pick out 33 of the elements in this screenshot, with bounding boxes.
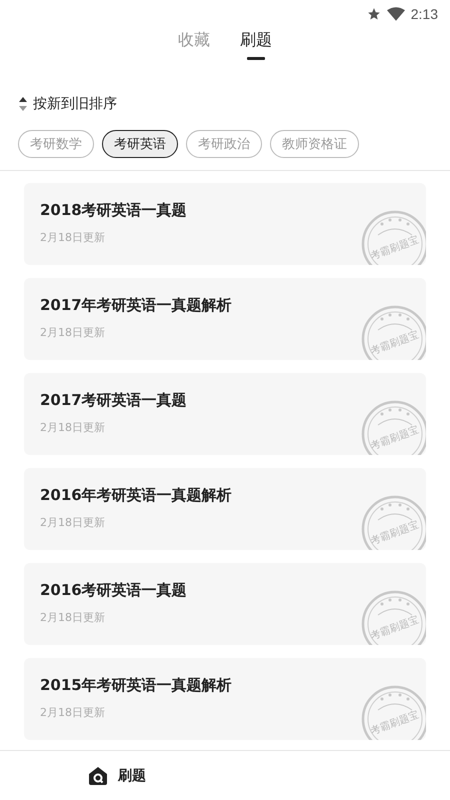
star-icon <box>366 7 381 21</box>
nav-item[interactable]: 刷题 <box>84 762 150 790</box>
search-icon <box>88 766 108 786</box>
stamp-drawing: 考霸刷题宝 <box>360 589 426 645</box>
paper-card[interactable]: 2017年考研英语一真题解析 2月18日更新 考霸刷题宝 <box>24 278 426 360</box>
update-date: 2月18日更新 <box>40 230 105 245</box>
update-date: 2月18日更新 <box>40 420 105 435</box>
stamp-drawing: 考霸刷题宝 <box>360 684 426 740</box>
tab[interactable]: 刷题 <box>240 30 272 64</box>
update-date: 2月18日更新 <box>40 610 105 625</box>
stamp-drawing: 考霸刷题宝 <box>360 209 426 265</box>
paper-title: 2017年考研英语一真题解析 <box>40 296 232 315</box>
status-time: 2:13 <box>410 6 438 22</box>
paper-title: 2018考研英语一真题 <box>40 201 187 220</box>
sort-icon <box>18 96 28 112</box>
update-date: 2月18日更新 <box>40 705 105 720</box>
wifi-icon <box>386 7 405 21</box>
stamp-drawing: 考霸刷题宝 <box>360 494 426 550</box>
paper-title: 2015年考研英语一真题解析 <box>40 676 232 695</box>
update-date: 2月18日更新 <box>40 515 105 530</box>
paper-title: 2016年考研英语一真题解析 <box>40 486 232 505</box>
paper-card[interactable]: 2017考研英语一真题 2月18日更新 考霸刷题宝 <box>24 373 426 455</box>
paper-card[interactable]: 2016考研英语一真题 2月18日更新 考霸刷题宝 <box>24 563 426 645</box>
sort-label[interactable]: 按新到旧排序 <box>33 95 117 113</box>
paper-card[interactable]: 2018考研英语一真题 2月18日更新 考霸刷题宝 <box>24 183 426 265</box>
category-chip[interactable]: 考研英语 <box>102 130 178 158</box>
stamp-drawing: 考霸刷题宝 <box>360 304 426 360</box>
update-date: 2月18日更新 <box>40 325 105 340</box>
paper-card[interactable]: 2015年考研英语一真题解析 2月18日更新 考霸刷题宝 <box>24 658 426 740</box>
paper-card[interactable]: 2016年考研英语一真题解析 2月18日更新 考霸刷题宝 <box>24 468 426 550</box>
stamp-drawing: 考霸刷题宝 <box>360 399 426 455</box>
paper-title: 2017考研英语一真题 <box>40 391 187 410</box>
paper-title: 2016考研英语一真题 <box>40 581 187 600</box>
